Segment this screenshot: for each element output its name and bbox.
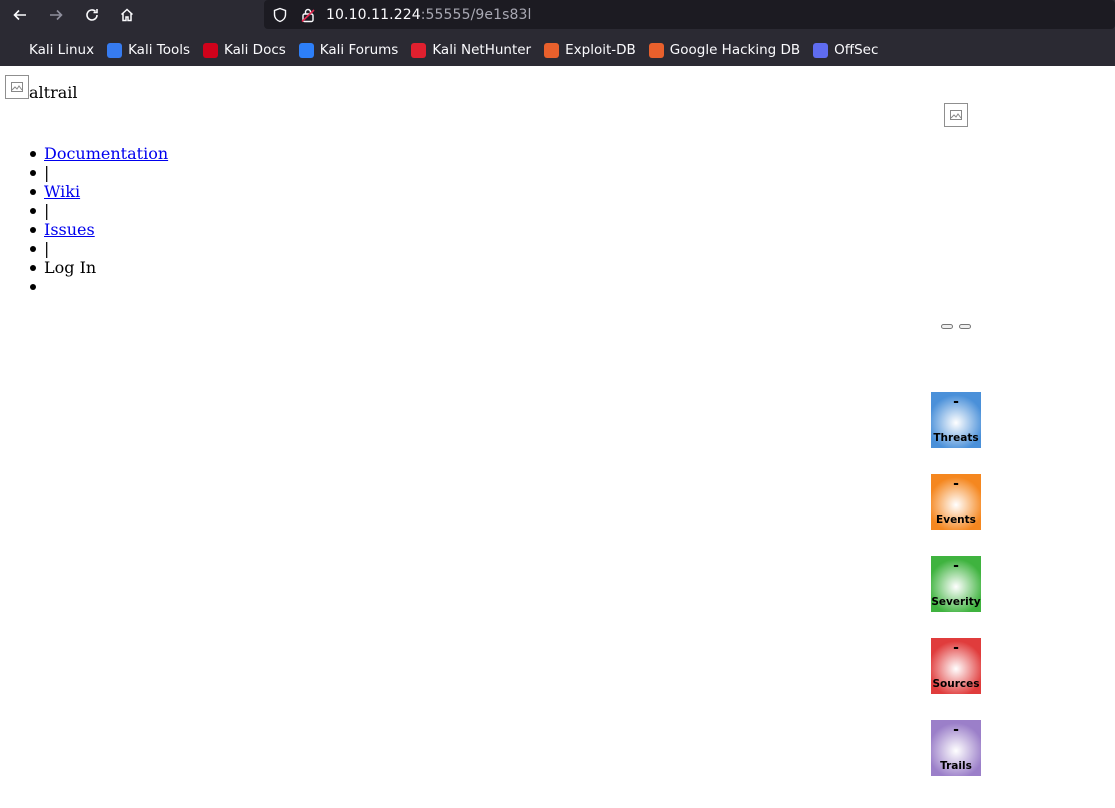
- home-button[interactable]: [113, 1, 141, 29]
- stat-label: Threats: [933, 432, 979, 444]
- stat-value: -: [953, 476, 959, 492]
- insecure-lock-icon[interactable]: [300, 7, 316, 23]
- stat-value: -: [953, 640, 959, 656]
- bookmark-label: Exploit-DB: [565, 42, 636, 58]
- stat-tile-sources[interactable]: - Sources: [931, 638, 981, 694]
- broken-image-icon: [944, 103, 968, 127]
- stat-tile-events[interactable]: - Events: [931, 474, 981, 530]
- bookmark-item[interactable]: Kali Linux: [8, 42, 94, 58]
- bookmark-label: Google Hacking DB: [669, 42, 801, 58]
- back-button[interactable]: [6, 1, 34, 29]
- browser-chrome: 10.10.11.224:55555/9e1s83l Kali Linux Kal…: [0, 0, 1115, 66]
- menu-link-issues[interactable]: Issues: [44, 220, 95, 239]
- url-text: 10.10.11.224:55555/9e1s83l: [326, 7, 532, 23]
- page-content: altrail Documentation | Wiki | Issues | Log In…: [0, 66, 1115, 808]
- menu-item: |: [29, 239, 168, 258]
- toggle-group: [941, 324, 971, 329]
- menu-item: |: [29, 163, 168, 182]
- menu-separator: |: [44, 163, 50, 182]
- address-bar[interactable]: 10.10.11.224:55555/9e1s83l: [264, 0, 1115, 29]
- bookmark-item[interactable]: Google Hacking DB: [648, 42, 801, 58]
- menu-separator: |: [44, 201, 50, 220]
- arrow-left-icon: [13, 9, 26, 21]
- stat-tile-threats[interactable]: - Threats: [931, 392, 981, 448]
- bookmark-label: Kali Docs: [224, 42, 286, 58]
- forward-button[interactable]: [42, 1, 70, 29]
- menu-text[interactable]: Log In: [44, 258, 96, 277]
- stat-label: Sources: [932, 678, 980, 690]
- stat-label: Events: [936, 514, 976, 526]
- menu-item[interactable]: Wiki: [29, 182, 168, 201]
- menu-item: [29, 277, 168, 296]
- menu-item[interactable]: Documentation: [29, 144, 168, 163]
- bookmarks-bar: Kali Linux Kali Tools Kali Docs Kali Forums…: [0, 34, 1115, 66]
- kali-forums-icon: [298, 42, 314, 58]
- stat-value: -: [953, 394, 959, 410]
- reload-button[interactable]: [78, 1, 106, 29]
- bookmark-label: Kali Linux: [29, 42, 95, 58]
- stat-tile-trails[interactable]: - Trails: [931, 720, 981, 776]
- bookmark-label: Kali NetHunter: [432, 42, 532, 58]
- bookmark-item[interactable]: Kali NetHunter: [411, 42, 531, 58]
- bookmark-label: OffSec: [834, 42, 879, 58]
- stat-value: -: [953, 722, 959, 738]
- stat-value: -: [953, 558, 959, 574]
- shield-icon[interactable]: [272, 7, 288, 23]
- stat-label: Severity: [931, 596, 981, 608]
- arrow-right-icon: [50, 9, 63, 21]
- offsec-icon: [813, 42, 829, 58]
- bookmark-item[interactable]: Kali Forums: [298, 42, 399, 58]
- bookmark-item[interactable]: Kali Tools: [107, 42, 190, 58]
- browser-navbar: 10.10.11.224:55555/9e1s83l: [0, 0, 1115, 30]
- nethunter-icon: [411, 42, 427, 58]
- stat-tile-severity[interactable]: - Severity: [931, 556, 981, 612]
- menu-link-documentation[interactable]: Documentation: [44, 144, 168, 163]
- bookmark-item[interactable]: Exploit-DB: [544, 42, 636, 58]
- broken-image-icon: [5, 75, 29, 99]
- header-menu: Documentation | Wiki | Issues | Log In: [29, 144, 168, 296]
- exploit-db-icon: [544, 42, 560, 58]
- kali-tools-icon: [107, 42, 123, 58]
- reload-icon: [86, 9, 98, 21]
- toggle-button[interactable]: [959, 324, 971, 329]
- stat-label: Trails: [940, 760, 972, 772]
- url-path: :55555/9e1s83l: [420, 6, 532, 23]
- bookmark-item[interactable]: Kali Docs: [203, 42, 286, 58]
- menu-item: |: [29, 201, 168, 220]
- bookmark-label: Kali Forums: [319, 42, 399, 58]
- ghdb-icon: [648, 42, 664, 58]
- bookmark-item[interactable]: OffSec: [813, 42, 878, 58]
- brand-name: altrail: [29, 83, 78, 102]
- menu-item[interactable]: Issues: [29, 220, 168, 239]
- bookmark-label: Kali Tools: [128, 42, 190, 58]
- kali-docs-icon: [203, 42, 218, 58]
- url-host: 10.10.11.224: [326, 6, 421, 23]
- home-icon: [120, 8, 134, 22]
- menu-separator: |: [44, 239, 50, 258]
- menu-item: Log In: [29, 258, 168, 277]
- kali-dragon-icon: [8, 42, 23, 58]
- toggle-button[interactable]: [941, 324, 953, 329]
- menu-link-wiki[interactable]: Wiki: [44, 182, 80, 201]
